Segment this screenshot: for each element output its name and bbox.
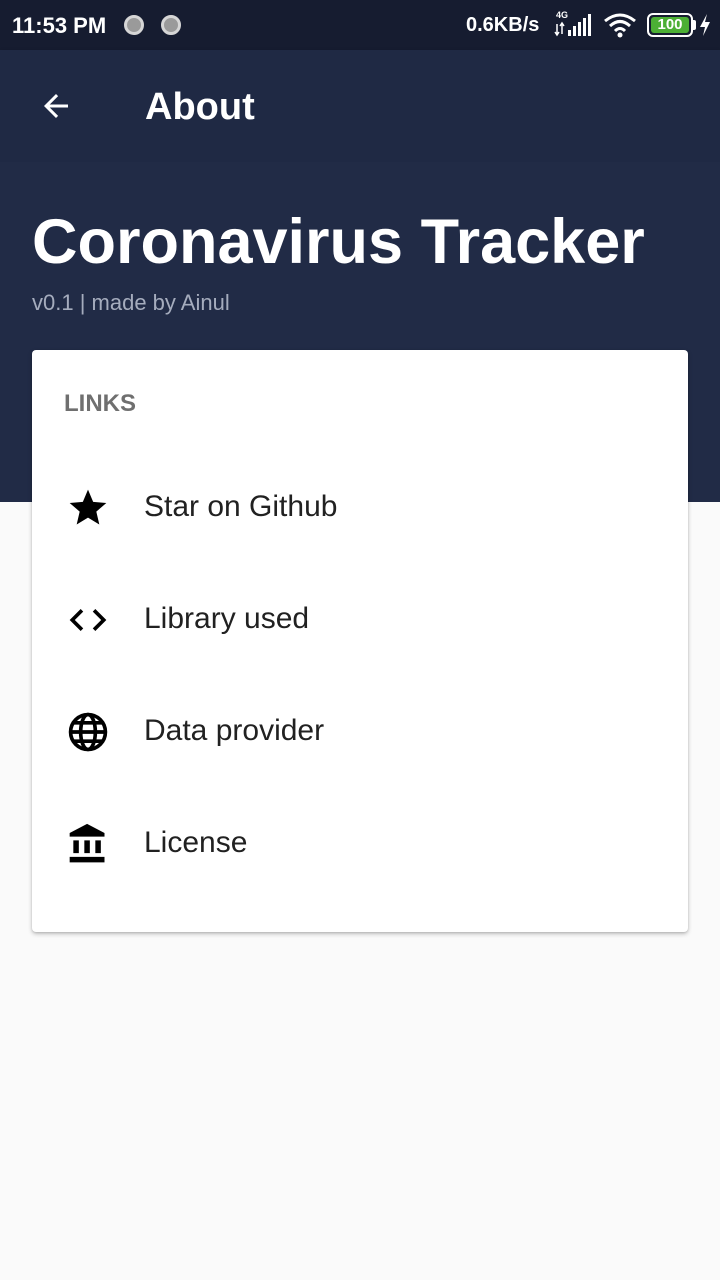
app-name: Coronavirus Tracker (32, 207, 645, 277)
app-bar: About (0, 50, 720, 162)
globe-icon (66, 710, 110, 754)
network-type-label: 4G (556, 10, 568, 20)
link-label: License (144, 826, 248, 859)
star-icon (66, 486, 110, 530)
link-library-used[interactable]: Library used (32, 564, 688, 676)
link-label: Data provider (144, 714, 325, 747)
battery-level: 100 (651, 17, 689, 33)
page-title: About (145, 86, 255, 128)
battery-tip (693, 20, 696, 30)
network-speed: 0.6KB/s (466, 14, 540, 36)
link-label: Star on Github (144, 490, 338, 523)
back-button[interactable] (30, 80, 82, 132)
notification-dot-icon (124, 15, 144, 35)
signal-icon: 4G (554, 10, 591, 37)
battery-icon: 100 (647, 13, 693, 37)
notification-dot-icon (161, 15, 181, 35)
charging-bolt-icon (700, 14, 710, 36)
status-bar: 11:53 PM 0.6KB/s 4G 100 (0, 0, 720, 50)
link-label: Library used (144, 602, 310, 635)
wifi-icon (604, 13, 636, 38)
link-data-provider[interactable]: Data provider (32, 676, 688, 788)
arrow-back-icon (44, 94, 68, 118)
links-card: LINKS Star on Github Library used Data p… (32, 350, 688, 932)
link-license[interactable]: License (32, 788, 688, 900)
links-heading: LINKS (64, 390, 136, 417)
bank-icon (66, 822, 110, 866)
code-icon (66, 598, 110, 642)
status-time: 11:53 PM (12, 13, 107, 38)
app-version-credit: v0.1 | made by Ainul (32, 290, 230, 315)
link-star-on-github[interactable]: Star on Github (32, 452, 688, 564)
